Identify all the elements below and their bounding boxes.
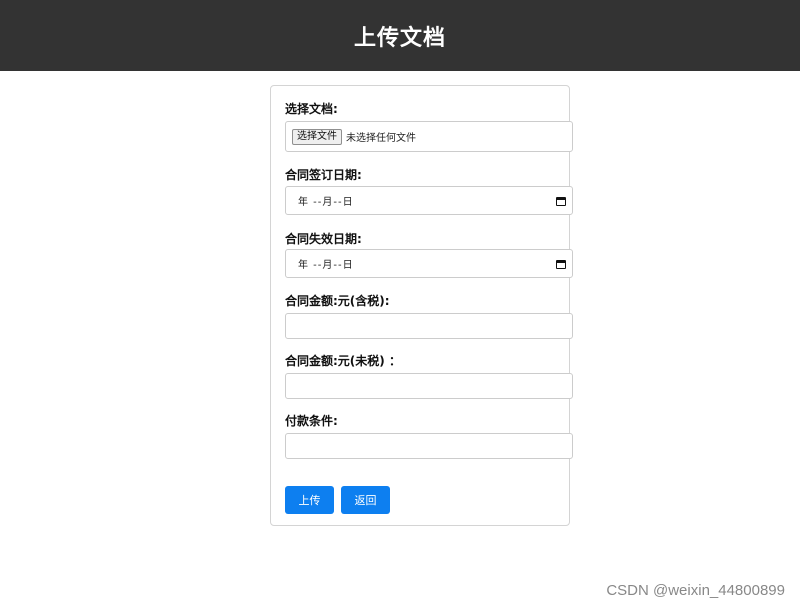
file-label: 选择文档: [285, 102, 338, 116]
sign-date-input[interactable]: 年 --月--日 [285, 186, 573, 215]
expire-date-value: 年 --月--日 [298, 260, 354, 271]
upload-button[interactable]: 上传 [285, 486, 334, 514]
calendar-icon[interactable] [556, 196, 566, 206]
payment-terms-input[interactable] [285, 433, 573, 459]
page-header: 上传文档 [0, 0, 800, 71]
sign-date-label: 合同签订日期: [285, 168, 362, 182]
choose-file-button[interactable]: 选择文件 [292, 128, 342, 145]
calendar-icon[interactable] [556, 259, 566, 269]
amount-notax-label: 合同金额:元(未税) ： [285, 354, 401, 368]
file-status-text: 未选择任何文件 [346, 133, 416, 144]
page-title: 上传文档 [353, 25, 446, 51]
back-button[interactable]: 返回 [341, 486, 390, 514]
upload-form: 选择文档: 选择文件 未选择任何文件 合同签订日期: 年 --月--日 合同失效… [270, 85, 573, 526]
amount-tax-input[interactable] [285, 313, 573, 339]
amount-tax-label: 合同金额:元(含税): [285, 294, 390, 308]
file-input[interactable]: 选择文件 未选择任何文件 [285, 121, 573, 152]
amount-notax-input[interactable] [285, 373, 573, 399]
watermark: CSDN @weixin_44800899 [606, 582, 785, 599]
expire-date-label: 合同失效日期: [285, 232, 362, 246]
payment-terms-label: 付款条件: [285, 414, 338, 428]
sign-date-value: 年 --月--日 [298, 197, 354, 208]
expire-date-input[interactable]: 年 --月--日 [285, 249, 573, 278]
